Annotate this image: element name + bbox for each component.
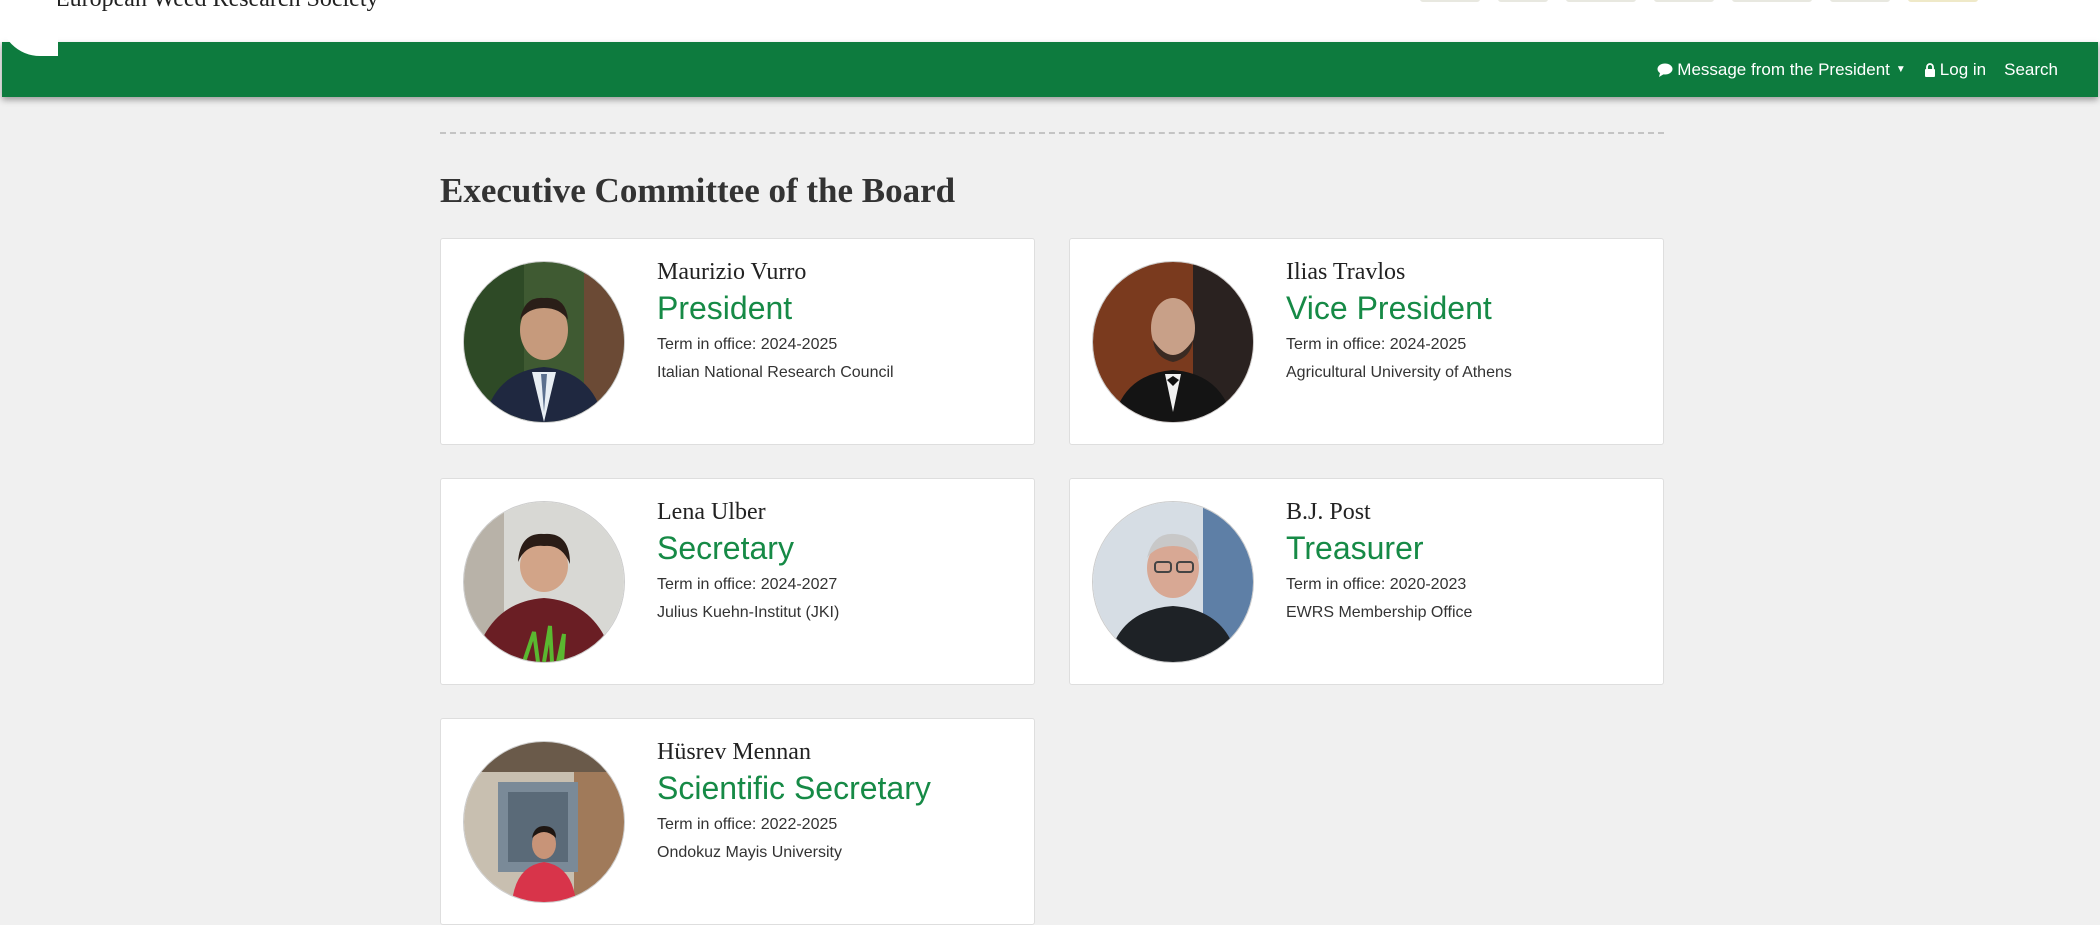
member-photo — [463, 741, 625, 903]
member-name: Ilias Travlos — [1286, 259, 1406, 285]
member-photo — [1092, 501, 1254, 663]
portrait-image — [464, 742, 624, 902]
member-name: B.J. Post — [1286, 499, 1371, 525]
site-name[interactable]: European Weed Research Society — [55, 0, 379, 13]
member-term: Term in office: 2020-2023 — [1286, 576, 1467, 593]
member-organization: Agricultural University of Athens — [1286, 364, 1512, 381]
member-role: Scientific Secretary — [657, 770, 931, 806]
lock-icon — [1924, 62, 1935, 77]
member-name: Maurizio Vurro — [657, 259, 807, 285]
login-label: Log in — [1939, 59, 1987, 79]
member-card: Maurizio Vurro President Term in office:… — [440, 238, 1035, 445]
member-role: Treasurer — [1286, 530, 1424, 566]
member-card: Ilias Travlos Vice President Term in off… — [1069, 238, 1664, 445]
member-organization: EWRS Membership Office — [1286, 604, 1473, 621]
search-link[interactable]: Search — [2004, 60, 2058, 80]
member-term: Term in office: 2024-2025 — [1286, 336, 1467, 353]
portrait-image — [1093, 502, 1253, 662]
top-header: European Weed Research Society — [0, 0, 2100, 56]
login-link[interactable]: Log in — [1924, 60, 1986, 80]
member-name: Hüsrev Mennan — [657, 739, 811, 765]
member-card: Lena Ulber Secretary Term in office: 202… — [440, 478, 1035, 685]
member-name: Lena Ulber — [657, 499, 766, 525]
main-navbar: Message from the President ▼ Log in Sear… — [2, 42, 2098, 97]
member-organization: Ondokuz Mayis University — [657, 844, 842, 861]
member-photo — [463, 501, 625, 663]
member-organization: Julius Kuehn-Institut (JKI) — [657, 604, 840, 621]
portrait-image — [1093, 262, 1253, 422]
member-role: Vice President — [1286, 290, 1492, 326]
top-links — [1420, 0, 2060, 4]
member-photo — [1092, 261, 1254, 423]
speech-bubble-icon — [1657, 63, 1673, 77]
member-card: B.J. Post Treasurer Term in office: 2020… — [1069, 478, 1664, 685]
member-term: Term in office: 2024-2027 — [657, 576, 838, 593]
member-term: Term in office: 2022-2025 — [657, 816, 838, 833]
caret-down-icon: ▼ — [1895, 64, 1906, 75]
message-from-president-dropdown[interactable]: Message from the President ▼ — [1657, 60, 1906, 80]
portrait-image — [464, 502, 624, 662]
member-organization: Italian National Research Council — [657, 364, 894, 381]
member-role: President — [657, 290, 793, 326]
search-label: Search — [2004, 59, 2058, 79]
member-term: Term in office: 2024-2025 — [657, 336, 838, 353]
message-label: Message from the President — [1677, 59, 1890, 79]
section-divider — [440, 132, 1664, 134]
member-role: Secretary — [657, 530, 794, 566]
section-title: Executive Committee of the Board — [440, 171, 956, 210]
portrait-image — [464, 262, 624, 422]
member-card: Hüsrev Mennan Scientific Secretary Term … — [440, 718, 1035, 925]
member-photo — [463, 261, 625, 423]
